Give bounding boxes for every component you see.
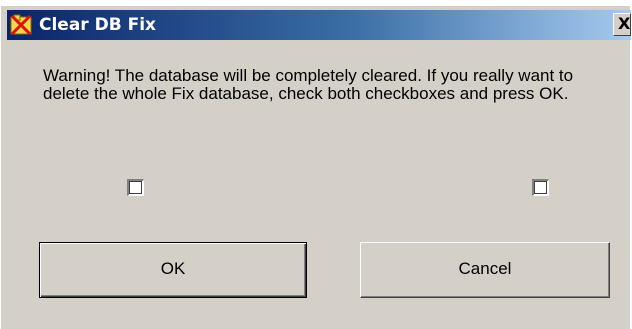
- title-bar[interactable]: Clear DB Fix X: [7, 10, 631, 40]
- confirm-checkbox-left[interactable]: [127, 179, 144, 196]
- warning-message: Warning! The database will be completely…: [43, 66, 574, 103]
- cancel-button[interactable]: Cancel: [360, 242, 610, 298]
- dialog-window: Clear DB Fix X Warning! The database wil…: [0, 6, 631, 329]
- ok-button[interactable]: OK: [39, 242, 307, 298]
- confirm-checkbox-right[interactable]: [532, 179, 549, 196]
- close-button[interactable]: X: [613, 13, 631, 36]
- window-title: Clear DB Fix: [39, 15, 156, 35]
- app-icon: [10, 14, 32, 36]
- close-icon: X: [618, 14, 631, 33]
